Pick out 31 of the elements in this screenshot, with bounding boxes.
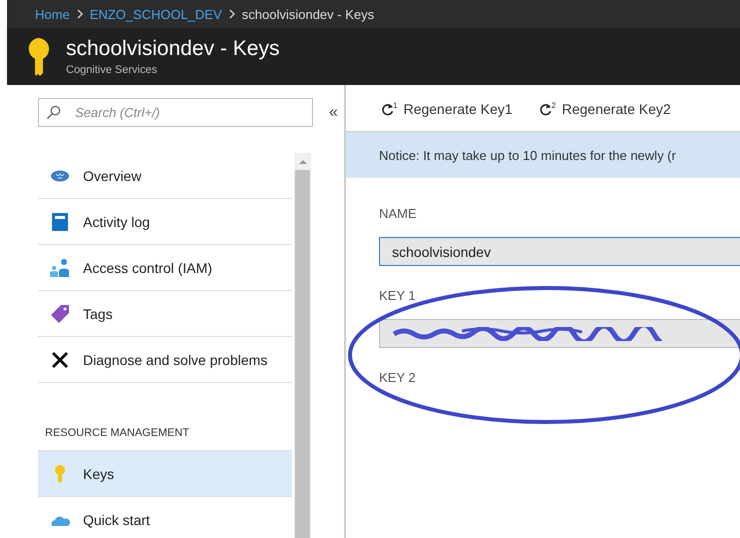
- book-icon: [50, 212, 70, 232]
- field-label: NAME: [379, 206, 418, 221]
- sidebar-item[interactable]: Quick start: [38, 497, 292, 538]
- regenerate-button[interactable]: $^{1}$ Regenerate Key1: [381, 99, 512, 119]
- sidebar-item[interactable]: Tags: [38, 291, 292, 337]
- sidebar-item[interactable]: Keys: [38, 451, 292, 497]
- search-field[interactable]: Search (Ctrl+/): [38, 98, 313, 127]
- field-label: KEY 1: [379, 288, 417, 303]
- breadcrumb-link[interactable]: ENZO_SCHOOL_DEV: [90, 6, 222, 22]
- tag-icon: [50, 304, 70, 324]
- name-field[interactable]: schoolvisiondev: [379, 237, 740, 266]
- chevron-icon: [76, 9, 83, 19]
- key-field[interactable]: [379, 319, 740, 348]
- sidebar-item[interactable]: Activity log: [38, 199, 292, 245]
- people-icon: [50, 258, 70, 278]
- sidebar-item[interactable]: Diagnose and solve problems: [38, 337, 292, 383]
- page-title: schoolvisiondev - Keys: [66, 37, 280, 61]
- chevron-icon: [228, 9, 235, 19]
- search-icon: [46, 105, 61, 120]
- key-icon: [26, 36, 50, 76]
- notice-text: Notice: It may take up to 10 minutes for the newly (r: [379, 148, 676, 162]
- breadcrumb-current[interactable]: schoolvisiondev - Keys: [242, 6, 374, 22]
- sidebar-item[interactable]: Overview: [38, 153, 292, 199]
- scroll-up-icon[interactable]: [298, 159, 308, 165]
- breadcrumb-link[interactable]: Home: [35, 6, 70, 22]
- field-label: KEY 2: [379, 370, 417, 385]
- page-subtitle: Cognitive Services: [66, 64, 158, 76]
- collapse-button[interactable]: «: [329, 104, 338, 122]
- regenerate-button[interactable]: $^{2}$ Regenerate Key2: [539, 99, 671, 119]
- scrollbar[interactable]: [294, 153, 311, 538]
- sidebar-item[interactable]: Access control (IAM): [38, 245, 292, 291]
